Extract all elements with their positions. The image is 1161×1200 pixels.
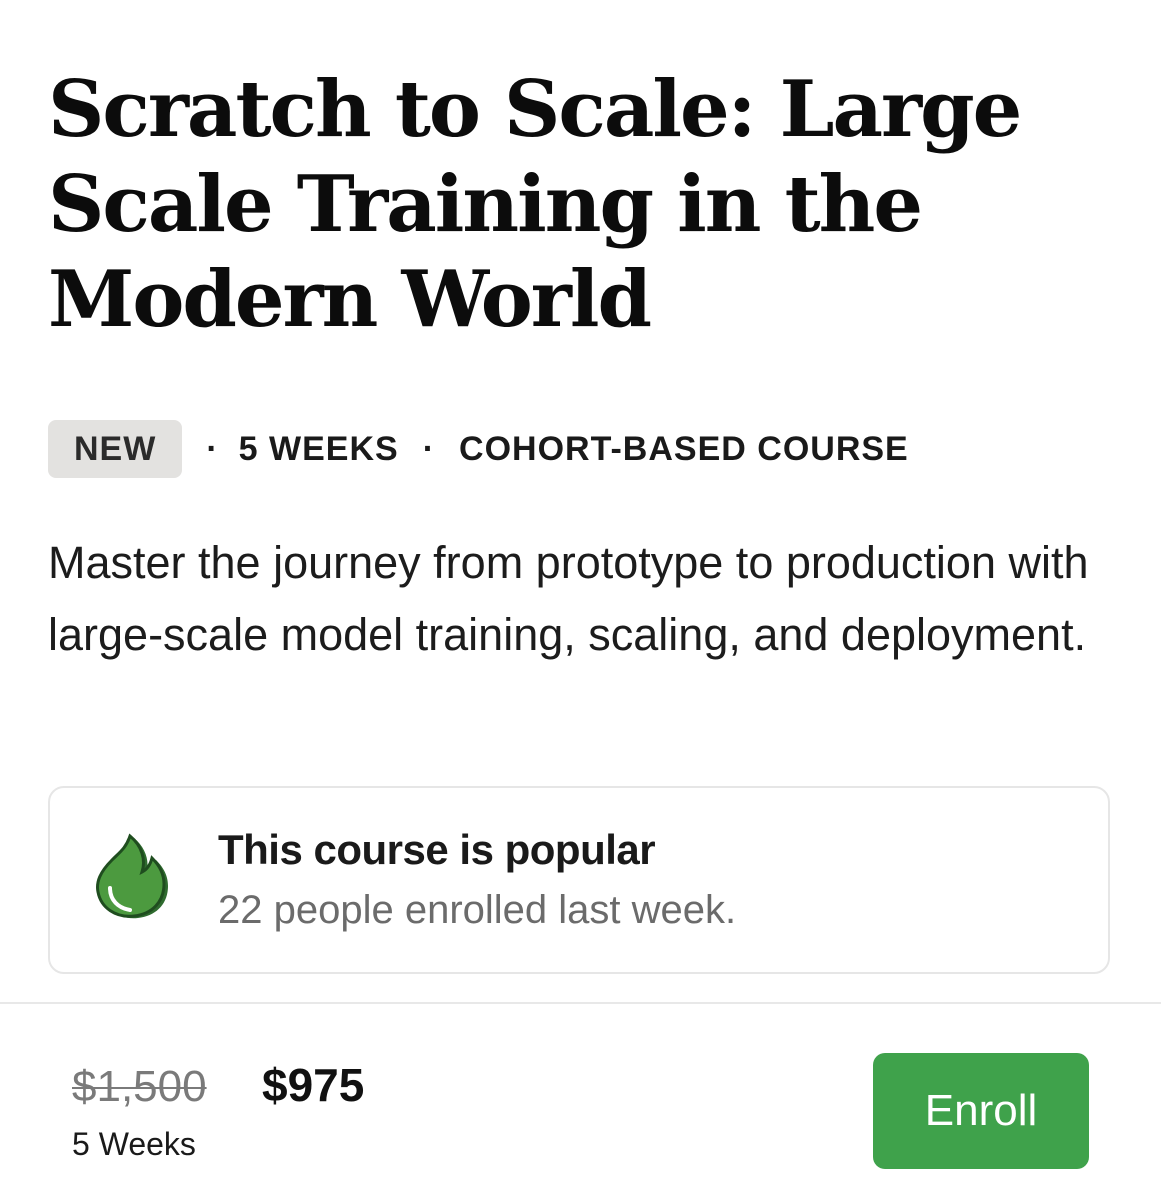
enroll-button[interactable]: Enroll [873, 1053, 1089, 1169]
course-meta: NEW · 5 WEEKS · COHORT-BASED COURSE [48, 420, 909, 478]
popular-title: This course is popular [218, 826, 656, 873]
flame-icon [90, 832, 180, 922]
popular-subtitle: 22 people enrolled last week. [218, 888, 737, 932]
meta-separator: · [422, 429, 436, 468]
popular-card: This course is popular 22 people enrolle… [48, 786, 1110, 974]
new-badge: NEW [48, 420, 183, 478]
meta-separator: · [206, 429, 219, 468]
sale-price: $975 [262, 1059, 365, 1111]
pricing-duration: 5 Weeks [72, 1126, 196, 1162]
original-price: $1,500 [72, 1062, 207, 1111]
duration-label: 5 WEEKS [238, 429, 399, 468]
course-description: Master the journey from prototype to pro… [48, 537, 1089, 660]
pricing-footer: $1,500 $975 5 Weeks Enroll [0, 1004, 1161, 1200]
format-label: COHORT-BASED COURSE [459, 429, 909, 468]
course-title: Scratch to Scale: Large Scale Training i… [48, 64, 1022, 345]
